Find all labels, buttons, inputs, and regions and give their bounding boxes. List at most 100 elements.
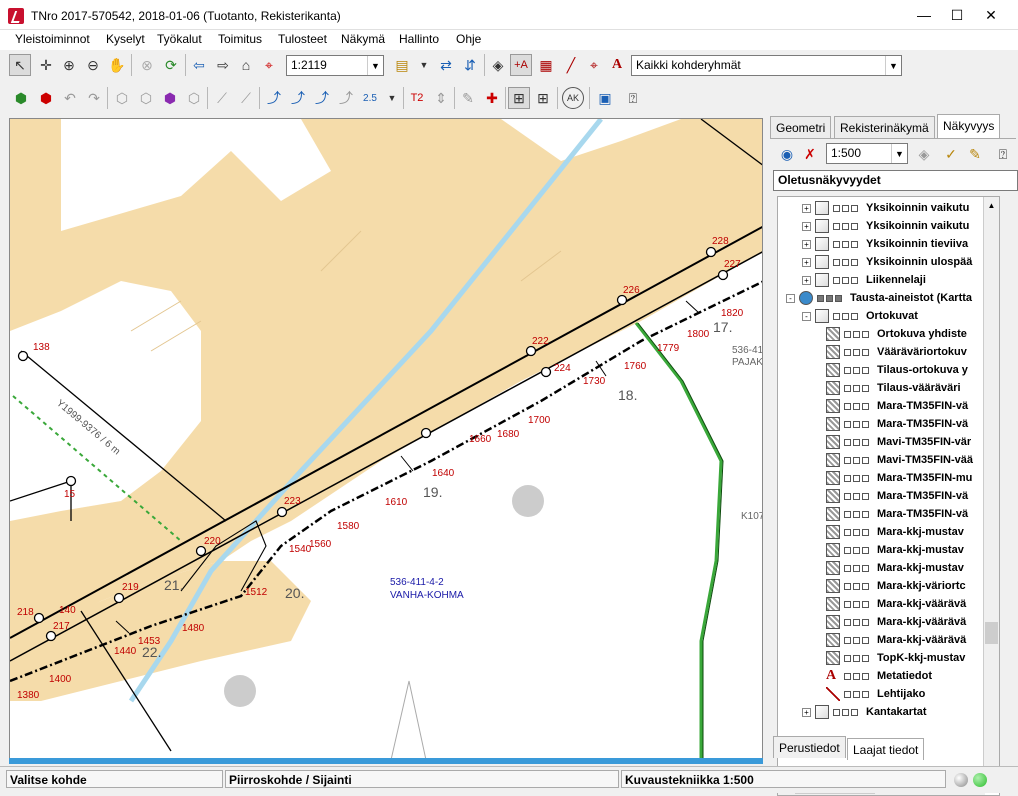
tree-row[interactable]: A Metatiedot — [826, 667, 932, 685]
visibility-checkbox[interactable] — [853, 456, 860, 464]
back-arrow-icon[interactable]: ⇦ — [188, 54, 210, 76]
tab-geometri[interactable]: Geometri — [770, 116, 832, 138]
menu-yleistoiminnot[interactable]: Yleistoiminnot — [15, 32, 90, 46]
expand-icon[interactable]: + — [802, 257, 811, 267]
visibility-checkbox[interactable] — [851, 222, 858, 230]
tree-vertical-scrollbar[interactable]: ▲ ▼ — [983, 197, 999, 780]
tree-row[interactable]: Mara-kkj-väriortc — [826, 577, 966, 595]
point-add-icon[interactable]: ⤴ — [263, 87, 285, 109]
visibility-checkbox[interactable] — [844, 690, 851, 698]
tree-row[interactable]: + Yksikoinnin ulospää — [802, 253, 972, 271]
panel-scale-combo[interactable]: 1:500 ▼ — [826, 143, 908, 164]
visibility-checkbox[interactable] — [862, 438, 869, 446]
layer-style-icon[interactable]: ▤ — [391, 54, 413, 76]
tree-row[interactable]: + Yksikoinnin vaikutu — [802, 199, 969, 217]
tab-laajat-tiedot[interactable]: Laajat tiedot — [847, 738, 925, 760]
point-move-icon[interactable]: ⤴ — [287, 87, 309, 109]
locate-icon[interactable]: ⌖ — [258, 54, 280, 76]
shape-cut-icon[interactable]: ⬡ — [111, 87, 133, 109]
tree-row[interactable]: Mara-TM35FIN-mu — [826, 469, 972, 487]
window-icon[interactable]: ▣ — [594, 87, 616, 109]
pan-hand-icon[interactable]: ✋ — [106, 54, 128, 76]
visibility-checkbox[interactable] — [862, 384, 869, 392]
forward-arrow-icon[interactable]: ⇨ — [212, 54, 234, 76]
visibility-checkbox[interactable] — [833, 240, 840, 248]
visibility-checkbox[interactable] — [862, 564, 869, 572]
visibility-checkbox[interactable] — [853, 330, 860, 338]
select-arrow-icon[interactable]: ↖ — [9, 54, 31, 76]
expand-icon[interactable]: + — [802, 275, 811, 285]
visibility-checkbox[interactable] — [853, 384, 860, 392]
visibility-checkbox[interactable] — [842, 222, 849, 230]
expand-icon[interactable]: + — [802, 239, 811, 249]
chevron-down-icon[interactable]: ▼ — [381, 87, 403, 109]
visibility-checkbox[interactable] — [844, 366, 851, 374]
refresh-icon[interactable]: ⟳ — [160, 54, 182, 76]
visibility-checkbox[interactable] — [862, 636, 869, 644]
visibility-checkbox[interactable] — [833, 258, 840, 266]
visibility-checkbox[interactable] — [844, 618, 851, 626]
label-toggle-icon[interactable]: +A — [510, 54, 532, 76]
tab-rekisterinakyma[interactable]: Rekisterinäkymä — [834, 116, 935, 138]
sync-icon[interactable]: ⇄ — [435, 54, 457, 76]
pencil-icon[interactable]: ✎ — [964, 143, 986, 165]
tree-row[interactable]: Tilaus-ortokuva y — [826, 361, 968, 379]
apply-icon[interactable]: ✓ — [940, 143, 962, 165]
visibility-checkbox[interactable] — [844, 564, 851, 572]
visibility-checkbox[interactable] — [862, 618, 869, 626]
menu-tyokalut[interactable]: Työkalut — [157, 32, 202, 46]
chevron-down-icon[interactable]: ▼ — [891, 144, 907, 163]
menu-kyselyt[interactable]: Kyselyt — [106, 32, 145, 46]
visibility-checkbox[interactable] — [842, 312, 849, 320]
visibility-checkbox[interactable] — [844, 510, 851, 518]
visibility-checkbox[interactable] — [842, 204, 849, 212]
menu-nakyma[interactable]: Näkymä — [341, 32, 385, 46]
redo-icon[interactable]: ↷ — [83, 87, 105, 109]
tree-row[interactable]: Mara-kkj-väärävä — [826, 631, 966, 649]
tree-row[interactable]: Mara-kkj-väärävä — [826, 595, 966, 613]
visibility-checkbox[interactable] — [853, 654, 860, 662]
visibility-checkbox[interactable] — [844, 420, 851, 428]
tree-row[interactable]: Lehtijako — [826, 685, 925, 703]
layer-tree[interactable]: ▲ ▼ ◀ ▶ +Yksikoinnin vaikutu+Yksikoinnin… — [777, 196, 1000, 796]
visibility-checkbox[interactable] — [853, 690, 860, 698]
visibility-checkbox[interactable] — [862, 330, 869, 338]
visibility-checkbox[interactable] — [862, 528, 869, 536]
tree-row[interactable]: Mara-TM35FIN-vä — [826, 505, 968, 523]
tree-row[interactable]: Mara-TM35FIN-vä — [826, 397, 968, 415]
hide-icon[interactable]: ✗ — [799, 143, 821, 165]
ak-icon[interactable]: AK — [562, 87, 584, 109]
visibility-checkbox[interactable] — [833, 312, 840, 320]
tree-row[interactable]: Mavi-TM35FIN-vär — [826, 433, 971, 451]
visibility-checkbox[interactable] — [853, 438, 860, 446]
visibility-checkbox[interactable] — [853, 528, 860, 536]
tree-row[interactable]: + Yksikoinnin vaikutu — [802, 217, 969, 235]
shape-merge-icon[interactable]: ⬡ — [183, 87, 205, 109]
maximize-button[interactable]: ☐ — [943, 4, 971, 26]
chevron-down-icon[interactable]: ▼ — [885, 56, 901, 75]
expand-icon[interactable]: + — [802, 221, 811, 231]
visibility-checkbox[interactable] — [842, 276, 849, 284]
rotate-text-icon[interactable]: 2.5 — [359, 87, 381, 109]
visibility-checkbox[interactable] — [862, 510, 869, 518]
visibility-checkbox[interactable] — [853, 546, 860, 554]
undo-icon[interactable]: ↶ — [59, 87, 81, 109]
visibility-checkbox[interactable] — [844, 348, 851, 356]
chevron-down-icon[interactable]: ▼ — [413, 54, 435, 76]
visibility-checkbox[interactable] — [853, 420, 860, 428]
t2-label-icon[interactable]: T2 — [406, 87, 428, 109]
menu-ohje[interactable]: Ohje — [456, 32, 481, 46]
layers-icon[interactable]: ◈ — [487, 54, 509, 76]
visibility-checkbox[interactable] — [851, 708, 858, 716]
visibility-checkbox[interactable] — [851, 258, 858, 266]
visibility-checkbox[interactable] — [853, 672, 860, 680]
map-drawing[interactable]: Y1999-9376 / 6 m 138 15 218 217 219 220 … — [10, 119, 763, 759]
visibility-checkbox[interactable] — [853, 600, 860, 608]
visibility-checkbox[interactable] — [862, 402, 869, 410]
zoom-in-icon[interactable]: ⊕ — [58, 54, 80, 76]
visibility-checkbox[interactable] — [844, 600, 851, 608]
shape-purple-icon[interactable]: ⬢ — [159, 87, 181, 109]
visibility-checkbox[interactable] — [862, 582, 869, 590]
visibility-checkbox[interactable] — [853, 474, 860, 482]
tree-row[interactable]: Mara-kkj-mustav — [826, 559, 964, 577]
